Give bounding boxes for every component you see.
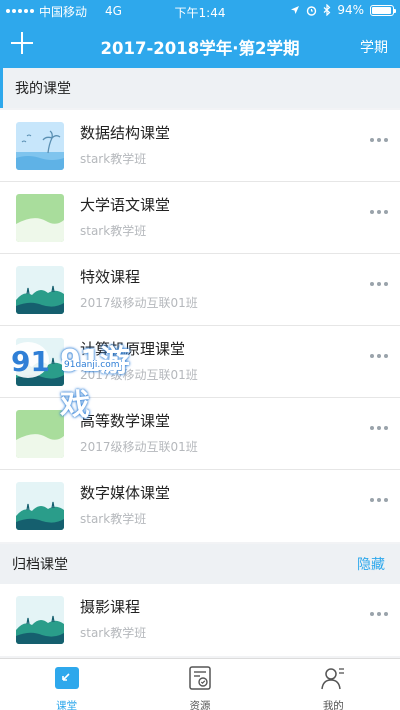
resources-icon <box>187 665 213 695</box>
term-button[interactable]: 学期 <box>360 37 388 57</box>
classroom-icon <box>54 665 80 695</box>
archived-classes-header: 归档课堂 隐藏 <box>0 544 400 584</box>
course-thumbnail <box>16 410 64 458</box>
nav-bar: 2017-2018学年·第2学期 学期 <box>0 22 400 68</box>
course-class-name: stark教学班 <box>80 512 147 526</box>
course-name: 特效课程 <box>80 268 141 286</box>
add-icon[interactable] <box>9 30 35 56</box>
tab-label: 课堂 <box>56 700 78 710</box>
course-class-name: 2017级移动互联01班 <box>80 296 198 310</box>
course-thumbnail <box>16 596 64 644</box>
tab-label: 资源 <box>189 700 211 710</box>
profile-icon <box>320 665 346 695</box>
course-name: 大学语文课堂 <box>80 196 171 214</box>
signal-strength-icon <box>6 9 34 13</box>
tab-bar: 课堂 资源 我的 <box>0 658 400 710</box>
archived-course-list: 摄影课程 stark教学班 <box>0 584 400 656</box>
battery-percent: 94% <box>337 3 364 17</box>
course-class-name: stark教学班 <box>80 626 147 640</box>
more-options-icon[interactable] <box>370 498 388 502</box>
course-item[interactable]: 数字媒体课堂 stark教学班 <box>0 470 400 542</box>
network-type: 4G <box>105 4 122 18</box>
course-class-name: 2017级移动互联01班 <box>80 440 198 454</box>
more-options-icon[interactable] <box>370 138 388 142</box>
course-name: 数字媒体课堂 <box>80 484 171 502</box>
location-arrow-icon <box>291 6 300 14</box>
course-thumbnail <box>16 482 64 530</box>
battery-icon <box>370 4 396 16</box>
battery-level-fill <box>372 6 391 14</box>
my-course-list: 数据结构课堂 stark教学班 大学语文课堂 stark教学班 特效课程 2017级移动互… <box>0 110 400 542</box>
tab-label: 我的 <box>322 700 344 710</box>
section-title: 我的课堂 <box>15 81 71 97</box>
page-title: 2017-2018学年·第2学期 <box>100 39 300 58</box>
carrier-label: 中国移动 <box>39 4 88 19</box>
course-item[interactable]: 数据结构课堂 stark教学班 <box>0 110 400 182</box>
alarm-icon <box>307 5 317 16</box>
course-item[interactable]: 特效课程 2017级移动互联01班 <box>0 254 400 326</box>
course-name: 摄影课程 <box>80 598 141 616</box>
more-options-icon[interactable] <box>370 612 388 616</box>
watermark-brand: 91游戏 <box>60 344 130 423</box>
bluetooth-icon <box>323 4 331 16</box>
more-options-icon[interactable] <box>370 210 388 214</box>
status-bar: 中国移动 4G 下午1:44 94% <box>0 0 400 22</box>
course-item[interactable]: 大学语文课堂 stark教学班 <box>0 182 400 254</box>
course-thumbnail <box>16 194 64 242</box>
more-options-icon[interactable] <box>370 282 388 286</box>
watermark-logo: 91 <box>7 342 50 378</box>
more-options-icon[interactable] <box>370 354 388 358</box>
course-class-name: stark教学班 <box>80 152 147 166</box>
hide-archived-button[interactable]: 隐藏 <box>357 554 385 574</box>
my-classes-header: 我的课堂 <box>0 68 400 108</box>
course-thumbnail <box>16 266 64 314</box>
course-name: 数据结构课堂 <box>80 124 171 142</box>
more-options-icon[interactable] <box>370 426 388 430</box>
tab-resources[interactable]: 资源 <box>133 659 266 710</box>
watermark: 91 91游戏 91danji.com <box>0 336 140 423</box>
svg-text:91: 91 <box>11 345 50 378</box>
section-title: 归档课堂 <box>12 557 68 573</box>
course-class-name: stark教学班 <box>80 224 147 238</box>
tab-profile[interactable]: 我的 <box>267 659 400 710</box>
watermark-site: 91danji.com <box>62 360 122 370</box>
course-item[interactable]: 摄影课程 stark教学班 <box>0 584 400 656</box>
tab-classroom[interactable]: 课堂 <box>0 659 133 710</box>
course-thumbnail <box>16 122 64 170</box>
